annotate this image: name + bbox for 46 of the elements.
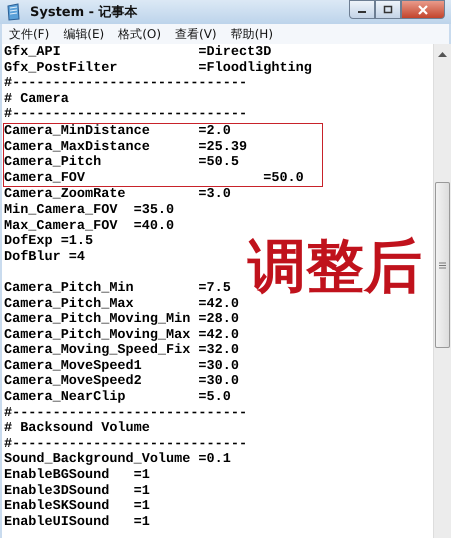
text-line: EnableBGSound =1 — [4, 468, 150, 484]
notepad-icon — [6, 3, 22, 21]
text-line: # Backsound Volume — [4, 421, 150, 437]
text-line: Min_Camera_FOV =35.0 — [4, 202, 174, 219]
text-line: # Camera — [4, 92, 69, 108]
close-button[interactable] — [401, 0, 445, 19]
scroll-thumb[interactable] — [435, 182, 450, 348]
text-line: Camera_ZoomRate =3.0 — [4, 187, 231, 203]
text-line: Camera_NearClip =5.0 — [4, 390, 231, 406]
scrollbar[interactable] — [433, 44, 451, 538]
text-line: EnableUISound =1 — [4, 514, 150, 530]
text-line: Sound_Background_Volume =0.1 — [4, 452, 231, 468]
maximize-button[interactable] — [375, 0, 401, 19]
text-line: #----------------------------- — [4, 436, 248, 452]
minimize-button[interactable] — [349, 0, 375, 19]
menu-item[interactable]: 查看(V) — [175, 26, 217, 42]
text-line: Camera_MoveSpeed1 =30.0 — [4, 358, 239, 374]
text-line: Camera_Pitch_Moving_Min =28.0 — [4, 312, 239, 328]
menu-item[interactable]: 文件(F) — [9, 26, 50, 42]
overlay-caption: 调整后 — [248, 234, 422, 300]
text-line: Camera_Pitch =50.5 — [4, 155, 239, 171]
text-line: #----------------------------- — [4, 76, 248, 92]
text-line: EnableSKSound =1 — [4, 499, 150, 515]
scroll-up-icon[interactable] — [438, 52, 447, 58]
text-line: Camera_Pitch_Moving_Max =42.0 — [4, 328, 239, 343]
text-line: Gfx_API =Direct3D — [4, 45, 272, 61]
maximize-icon — [382, 4, 394, 14]
close-icon — [416, 4, 430, 16]
text-line: DofExp =1.5 — [4, 234, 94, 250]
text-line: Camera_Moving_Speed_Fix =32.0 — [4, 343, 239, 359]
text-line: Camera_Pitch_Max =42.0 — [4, 296, 239, 312]
text-line: Camera_Pitch_Min =7.5 — [4, 280, 231, 296]
text-line: Camera_FOV =50.0 — [4, 170, 304, 186]
menu-item[interactable]: 格式(O) — [118, 26, 162, 42]
text-line: Camera_MoveSpeed2 =30.0 — [4, 374, 239, 390]
menu-item[interactable]: 帮助(H) — [230, 26, 273, 42]
window-title: System - 记事本 — [30, 4, 139, 21]
text-line: #----------------------------- — [4, 406, 248, 421]
menu-item[interactable]: 编辑(E) — [63, 26, 104, 42]
text-line: #----------------------------- — [4, 107, 248, 123]
text-line: Camera_MaxDistance =25.39 — [4, 140, 248, 155]
text-line: Max_Camera_FOV =40.0 — [4, 218, 174, 234]
text-line: DofBlur =4 — [4, 250, 86, 266]
text-line: Gfx_PostFilter =Floodlighting — [4, 60, 312, 76]
text-line: Enable3DSound =1 — [4, 484, 150, 499]
text-line: Camera_MinDistance =2.0 — [4, 124, 231, 140]
